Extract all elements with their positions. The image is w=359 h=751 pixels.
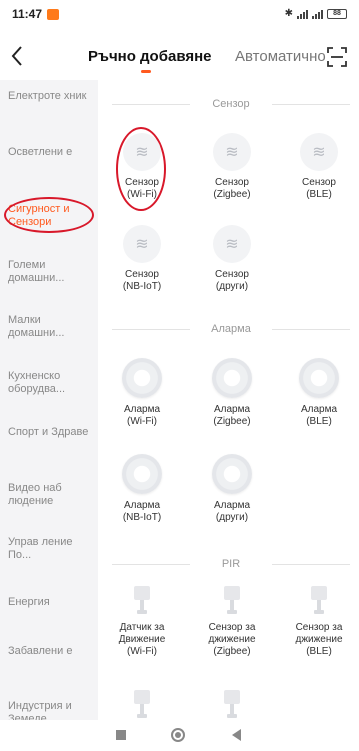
recents-square-icon[interactable] [116, 730, 126, 740]
device-pir-wifi[interactable]: Датчик за Движение (Wi-Fi) [102, 586, 182, 658]
alarm-icon [212, 454, 252, 494]
sidebar-item-kitchen[interactable]: Кухненско оборудва... [8, 370, 92, 396]
device-alarm-ble[interactable]: Аларма (BLE) [279, 358, 359, 428]
bluetooth-icon: ✱ [284, 8, 293, 19]
section-header-alarm: Аларма [112, 322, 350, 336]
pir-sensor-icon [134, 690, 150, 720]
device-sensor-wifi[interactable]: ≋ Сензор (Wi-Fi) [102, 133, 182, 201]
sidebar-item-control[interactable]: Управ ление По... [8, 536, 92, 562]
device-alarm-wifi[interactable]: Аларма (Wi-Fi) [102, 358, 182, 428]
scan-icon [327, 47, 347, 67]
sensor-wave-icon: ≋ [213, 225, 251, 263]
sidebar-item-lighting[interactable]: Осветлени е [8, 146, 92, 159]
alarm-icon [212, 358, 252, 398]
sidebar-item-video-surveillance[interactable]: Видео наб людение [8, 482, 92, 508]
status-bar: 11:47 ✱ 88 [0, 0, 359, 28]
sensor-wave-icon: ≋ [123, 133, 161, 171]
device-pir-ble[interactable]: Сензор за джижение (BLE) [279, 586, 359, 658]
header: Ръчно добавяне Автоматично [0, 36, 359, 80]
device-pir-partial-1[interactable] [102, 690, 182, 720]
category-sidebar: Електроте хник Осветлени е Сигурност и С… [0, 80, 98, 725]
pir-sensor-icon [134, 586, 150, 616]
sidebar-item-small-appliances[interactable]: Малки домашни... [8, 314, 92, 340]
signal-icon [297, 9, 308, 19]
sidebar-item-electrical[interactable]: Електроте хник [8, 90, 92, 103]
device-sensor-zigbee[interactable]: ≋ Сензор (Zigbee) [192, 133, 272, 201]
sidebar-item-entertainment[interactable]: Забавлени е [8, 645, 92, 658]
section-header-pir: PIR [112, 557, 350, 571]
sidebar-item-large-appliances[interactable]: Големи домашни... [8, 259, 92, 285]
home-circle-icon[interactable] [171, 728, 185, 742]
device-sensor-other[interactable]: ≋ Сензор (други) [192, 225, 272, 293]
app-notification-icon [47, 8, 60, 20]
sidebar-item-energy[interactable]: Енергия [8, 596, 92, 609]
system-nav-bar [0, 720, 359, 751]
section-header-sensor: Сензор [112, 97, 350, 111]
sidebar-item-sport-health[interactable]: Спорт и Здраве [8, 426, 92, 439]
device-alarm-nbiot[interactable]: Аларма (NB-IoT) [102, 454, 182, 524]
back-triangle-icon[interactable] [232, 729, 241, 741]
pir-sensor-icon [311, 586, 327, 616]
device-pir-partial-2[interactable] [192, 690, 272, 720]
alarm-icon [299, 358, 339, 398]
alarm-icon [122, 454, 162, 494]
tab-manual-add[interactable]: Ръчно добавяне [88, 48, 212, 65]
device-catalog: Сензор ≋ Сензор (Wi-Fi) ≋ Сензор (Zigbee) … [98, 80, 359, 720]
pir-sensor-icon [224, 586, 240, 616]
status-time: 11:47 [12, 7, 43, 21]
device-alarm-zigbee[interactable]: Аларма (Zigbee) [192, 358, 272, 428]
status-icons: ✱ 88 [285, 8, 347, 19]
alarm-icon [122, 358, 162, 398]
annotation-circle-sidebar [4, 197, 94, 233]
tab-auto-scan[interactable]: Автоматично [235, 48, 327, 65]
device-alarm-other[interactable]: Аларма (други) [192, 454, 272, 524]
tab-active-indicator [141, 70, 151, 73]
signal-icon-2 [312, 9, 323, 19]
sensor-wave-icon: ≋ [300, 133, 338, 171]
chevron-left-icon [11, 46, 22, 66]
pir-sensor-icon [224, 690, 240, 720]
sensor-wave-icon: ≋ [123, 225, 161, 263]
device-sensor-nbiot[interactable]: ≋ Сензор (NB-IoT) [102, 225, 182, 293]
sensor-wave-icon: ≋ [213, 133, 251, 171]
device-pir-zigbee[interactable]: Сензор за джижение (Zigbee) [192, 586, 272, 658]
device-sensor-ble[interactable]: ≋ Сензор (BLE) [279, 133, 359, 201]
back-button[interactable] [10, 44, 34, 70]
scan-button[interactable] [327, 47, 347, 67]
battery-icon: 88 [327, 8, 347, 19]
